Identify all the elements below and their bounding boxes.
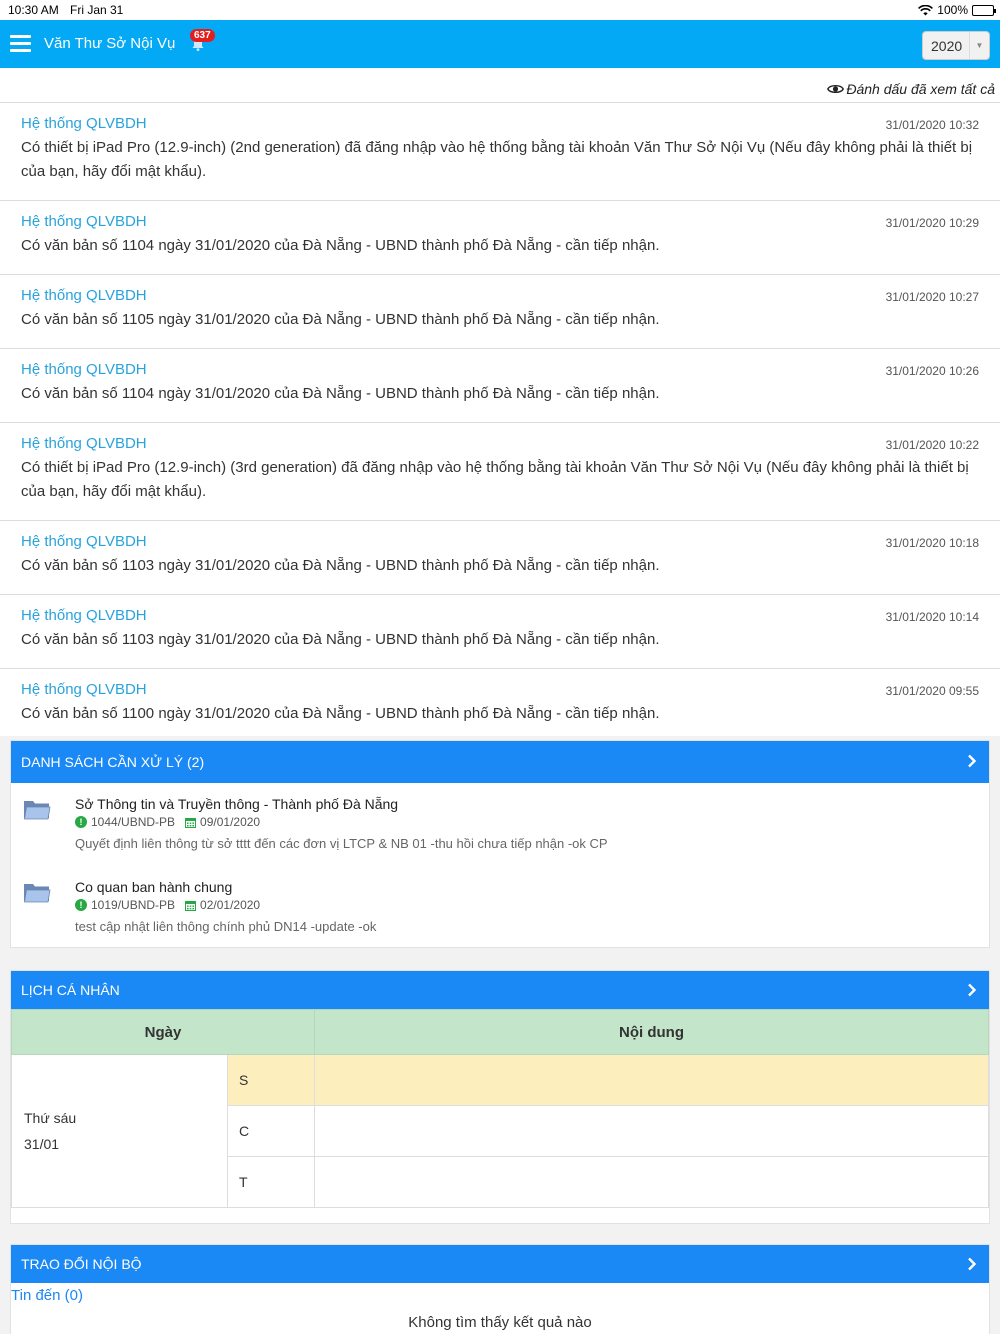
schedule-content-cell[interactable] [314,1054,989,1106]
tasks-panel-header[interactable]: DANH SÁCH CẦN XỬ LÝ (2) [11,741,989,783]
task-item[interactable]: Co quan ban hành chung ! 1019/UBND-PB 02… [11,866,989,949]
task-org: Co quan ban hành chung [75,879,233,895]
schedule-panel: LỊCH CÁ NHÂN Ngày Nội dung Thứ sáu 31/01… [10,970,990,1224]
mark-all-read-button[interactable]: Đánh dấu đã xem tất cả [827,81,995,97]
internal-exchange-panel: TRAO ĐỔI NỘI BỘ Tin đến (0) Không tìm th… [10,1244,990,1334]
battery-percent: 100% [937,3,968,17]
notification-message: Có văn bản số 1103 ngày 31/01/2020 của Đ… [21,557,660,574]
notification-count-badge: 637 [190,29,215,42]
notification-sender: Hệ thống QLVBDH [21,213,147,230]
notification-time: 31/01/2020 10:27 [885,290,979,304]
folder-icon [24,884,51,903]
schedule-content-cell[interactable] [314,1105,989,1157]
task-description: test cập nhật liên thông chính phủ DN14 … [75,919,377,934]
year-select-value: 2020 [931,37,963,54]
notification-item[interactable]: Hệ thống QLVBDH 31/01/2020 10:26 Có văn … [0,348,1000,422]
task-date: 09/01/2020 [200,815,261,829]
notification-sender: Hệ thống QLVBDH [21,361,147,378]
task-code: 1019/UBND-PB [91,898,176,912]
priority-icon: ! [75,816,87,828]
notification-sender: Hệ thống QLVBDH [21,435,147,452]
tasks-panel: DANH SÁCH CẦN XỬ LÝ (2) Sở Thông tin và … [10,740,990,948]
mark-all-read-label: Đánh dấu đã xem tất cả [846,81,995,97]
notification-item[interactable]: Hệ thống QLVBDH 31/01/2020 10:18 Có văn … [0,520,1000,594]
hamburger-menu-icon[interactable] [10,35,31,53]
mark-all-row: Đánh dấu đã xem tất cả [0,68,1000,102]
notification-time: 31/01/2020 09:55 [885,684,979,698]
page-title: Văn Thư Sở Nội Vụ [44,35,176,52]
notification-item[interactable]: Hệ thống QLVBDH 31/01/2020 10:22 Có thiế… [0,422,1000,520]
app-header: Văn Thư Sở Nội Vụ 637 2020 ▼ [0,20,1000,68]
folder-icon [24,801,51,820]
notification-message: Có thiết bị iPad Pro (12.9-inch) (2nd ge… [21,139,973,180]
status-bar: 10:30 AM Fri Jan 31 100% [0,0,1000,20]
notification-message: Có văn bản số 1104 ngày 31/01/2020 của Đ… [21,237,660,254]
notification-list: Hệ thống QLVBDH 31/01/2020 10:32 Có thiế… [0,102,1000,736]
task-item[interactable]: Sở Thông tin và Truyền thông - Thành phố… [11,783,989,866]
schedule-content-cell[interactable] [314,1156,989,1208]
task-date: 02/01/2020 [200,898,261,912]
status-time: 10:30 AM [8,3,59,17]
notification-message: Có văn bản số 1105 ngày 31/01/2020 của Đ… [21,311,660,328]
internal-panel-title: TRAO ĐỔI NỘI BỘ [21,1256,142,1272]
column-header-day: Ngày [11,1009,315,1055]
schedule-day-cell: Thứ sáu 31/01 [11,1054,228,1208]
notification-item[interactable]: Hệ thống QLVBDH 31/01/2020 10:27 Có văn … [0,274,1000,348]
notification-sender: Hệ thống QLVBDH [21,287,147,304]
notification-time: 31/01/2020 10:26 [885,364,979,378]
schedule-slot: C [227,1105,315,1157]
notification-item[interactable]: Hệ thống QLVBDH 31/01/2020 09:55 Có văn … [0,668,1000,736]
schedule-slot: T [227,1156,315,1208]
schedule-panel-header[interactable]: LỊCH CÁ NHÂN [11,971,989,1009]
schedule-panel-title: LỊCH CÁ NHÂN [21,982,120,998]
chevron-down-icon: ▼ [969,32,989,59]
notification-sender: Hệ thống QLVBDH [21,115,147,132]
notification-sender: Hệ thống QLVBDH [21,681,147,698]
chevron-right-icon[interactable] [967,754,977,768]
notification-time: 31/01/2020 10:18 [885,536,979,550]
notification-item[interactable]: Hệ thống QLVBDH 31/01/2020 10:14 Có văn … [0,594,1000,668]
year-select[interactable]: 2020 ▼ [922,31,990,60]
calendar-icon [185,817,197,828]
task-org: Sở Thông tin và Truyền thông - Thành phố… [75,796,399,812]
calendar-icon [185,900,197,911]
eye-icon [827,85,845,93]
notification-message: Có văn bản số 1100 ngày 31/01/2020 của Đ… [21,705,660,722]
status-date: Fri Jan 31 [70,3,124,17]
schedule-table: Ngày Nội dung Thứ sáu 31/01 S C T [11,1009,989,1208]
empty-result-text: Không tìm thấy kết quả nào [408,1314,592,1331]
notification-sender: Hệ thống QLVBDH [21,533,147,550]
inbox-tab[interactable]: Tin đến (0) [11,1287,989,1304]
notification-time: 31/01/2020 10:29 [885,216,979,230]
internal-panel-header[interactable]: TRAO ĐỔI NỘI BỘ [11,1245,989,1283]
notification-time: 31/01/2020 10:14 [885,610,979,624]
schedule-day-date: 31/01 [24,1136,60,1152]
table-row: Thứ sáu 31/01 S [11,1054,989,1208]
notification-message: Có văn bản số 1103 ngày 31/01/2020 của Đ… [21,631,660,648]
notification-item[interactable]: Hệ thống QLVBDH 31/01/2020 10:32 Có thiế… [0,102,1000,200]
notification-item[interactable]: Hệ thống QLVBDH 31/01/2020 10:29 Có văn … [0,200,1000,274]
notification-time: 31/01/2020 10:22 [885,438,979,452]
schedule-slot: S [227,1054,315,1106]
chevron-right-icon[interactable] [967,1257,977,1271]
chevron-right-icon[interactable] [967,983,977,997]
schedule-day-name: Thứ sáu [24,1110,77,1126]
task-description: Quyết định liên thông từ sở tttt đến các… [75,836,608,851]
wifi-icon [918,4,934,15]
battery-icon [972,4,996,16]
priority-icon: ! [75,899,87,911]
tasks-panel-title: DANH SÁCH CẦN XỬ LÝ (2) [21,754,205,770]
notification-message: Có thiết bị iPad Pro (12.9-inch) (3rd ge… [21,459,969,500]
notification-sender: Hệ thống QLVBDH [21,607,147,624]
notification-time: 31/01/2020 10:32 [885,118,979,132]
notification-message: Có văn bản số 1104 ngày 31/01/2020 của Đ… [21,385,660,402]
task-code: 1044/UBND-PB [91,815,176,829]
column-header-content: Nội dung [314,1009,989,1055]
